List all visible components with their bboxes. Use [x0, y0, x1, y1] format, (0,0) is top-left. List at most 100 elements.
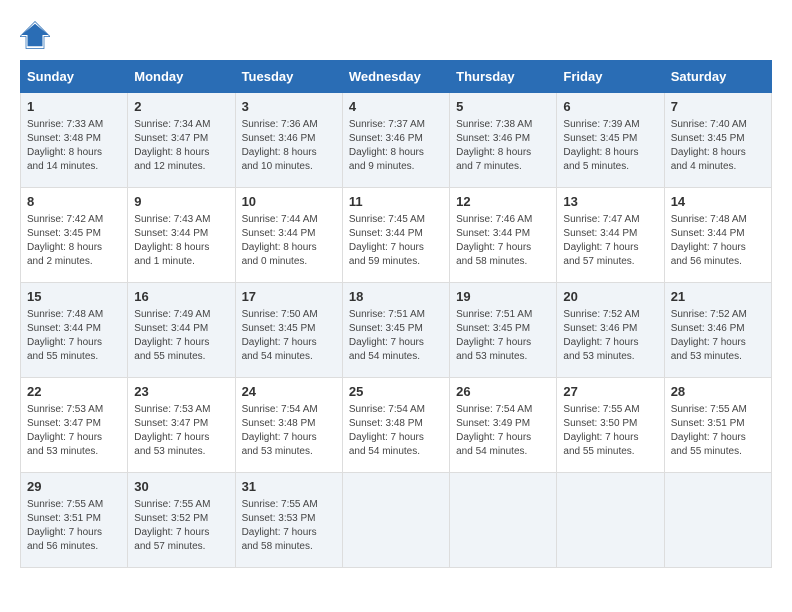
calendar-week-row: 22 Sunrise: 7:53 AM Sunset: 3:47 PM Dayli…	[21, 378, 772, 473]
calendar-cell: 2Sunrise: 7:34 AM Sunset: 3:47 PM Daylig…	[128, 93, 235, 188]
day-info: Sunrise: 7:33 AM Sunset: 3:48 PM Dayligh…	[27, 118, 121, 174]
day-number: 21	[671, 288, 765, 306]
day-info: Sunrise: 7:55 AM Sunset: 3:52 PM Dayligh…	[134, 498, 228, 554]
calendar-cell: 11Sunrise: 7:45 AM Sunset: 3:44 PM Dayli…	[342, 188, 449, 283]
day-number: 24	[242, 383, 336, 401]
calendar-cell: 29 Sunrise: 7:55 AM Sunset: 3:51 PM Dayli…	[21, 473, 128, 568]
calendar-week-row: 15 Sunrise: 7:48 AM Sunset: 3:44 PM Dayli…	[21, 283, 772, 378]
day-info: Sunrise: 7:52 AM Sunset: 3:46 PM Dayligh…	[671, 308, 765, 364]
day-number: 17	[242, 288, 336, 306]
calendar-cell	[557, 473, 664, 568]
day-info: Sunrise: 7:38 AM Sunset: 3:46 PM Dayligh…	[456, 118, 550, 174]
day-info: Sunrise: 7:48 AM Sunset: 3:44 PM Dayligh…	[27, 308, 121, 364]
day-info: Sunrise: 7:53 AM Sunset: 3:47 PM Dayligh…	[27, 403, 121, 459]
day-number: 27	[563, 383, 657, 401]
day-number: 6	[563, 98, 657, 116]
calendar-cell: 28 Sunrise: 7:55 AM Sunset: 3:51 PM Dayli…	[664, 378, 771, 473]
day-info: Sunrise: 7:55 AM Sunset: 3:51 PM Dayligh…	[27, 498, 121, 554]
day-number: 5	[456, 98, 550, 116]
calendar-cell: 31 Sunrise: 7:55 AM Sunset: 3:53 PM Dayli…	[235, 473, 342, 568]
calendar-cell: 6 Sunrise: 7:39 AM Sunset: 3:45 PM Daylig…	[557, 93, 664, 188]
calendar-cell: 8 Sunrise: 7:42 AM Sunset: 3:45 PM Daylig…	[21, 188, 128, 283]
calendar-cell: 24 Sunrise: 7:54 AM Sunset: 3:48 PM Dayli…	[235, 378, 342, 473]
day-info: Sunrise: 7:49 AM Sunset: 3:44 PM Dayligh…	[134, 308, 228, 364]
calendar-cell: 16Sunrise: 7:49 AM Sunset: 3:44 PM Dayli…	[128, 283, 235, 378]
calendar-cell: 10 Sunrise: 7:44 AM Sunset: 3:44 PM Dayli…	[235, 188, 342, 283]
day-number: 3	[242, 98, 336, 116]
day-number: 25	[349, 383, 443, 401]
day-info: Sunrise: 7:50 AM Sunset: 3:45 PM Dayligh…	[242, 308, 336, 364]
weekday-header-friday: Friday	[557, 61, 664, 93]
calendar-cell: 22 Sunrise: 7:53 AM Sunset: 3:47 PM Dayli…	[21, 378, 128, 473]
calendar-week-row: 1 Sunrise: 7:33 AM Sunset: 3:48 PM Daylig…	[21, 93, 772, 188]
day-info: Sunrise: 7:51 AM Sunset: 3:45 PM Dayligh…	[456, 308, 550, 364]
calendar-cell: 7 Sunrise: 7:40 AM Sunset: 3:45 PM Daylig…	[664, 93, 771, 188]
day-info: Sunrise: 7:43 AM Sunset: 3:44 PM Dayligh…	[134, 213, 228, 269]
weekday-header-monday: Monday	[128, 61, 235, 93]
day-number: 11	[349, 193, 443, 211]
day-info: Sunrise: 7:42 AM Sunset: 3:45 PM Dayligh…	[27, 213, 121, 269]
day-info: Sunrise: 7:36 AM Sunset: 3:46 PM Dayligh…	[242, 118, 336, 174]
day-number: 7	[671, 98, 765, 116]
day-number: 4	[349, 98, 443, 116]
calendar-cell: 19 Sunrise: 7:51 AM Sunset: 3:45 PM Dayli…	[450, 283, 557, 378]
calendar-cell: 13 Sunrise: 7:47 AM Sunset: 3:44 PM Dayli…	[557, 188, 664, 283]
calendar-cell: 27 Sunrise: 7:55 AM Sunset: 3:50 PM Dayli…	[557, 378, 664, 473]
day-number: 26	[456, 383, 550, 401]
calendar-cell: 12Sunrise: 7:46 AM Sunset: 3:44 PM Dayli…	[450, 188, 557, 283]
calendar-cell: 26 Sunrise: 7:54 AM Sunset: 3:49 PM Dayli…	[450, 378, 557, 473]
day-info: Sunrise: 7:51 AM Sunset: 3:45 PM Dayligh…	[349, 308, 443, 364]
day-number: 19	[456, 288, 550, 306]
day-number: 20	[563, 288, 657, 306]
day-info: Sunrise: 7:53 AM Sunset: 3:47 PM Dayligh…	[134, 403, 228, 459]
day-info: Sunrise: 7:55 AM Sunset: 3:51 PM Dayligh…	[671, 403, 765, 459]
day-info: Sunrise: 7:54 AM Sunset: 3:48 PM Dayligh…	[242, 403, 336, 459]
day-number: 22	[27, 383, 121, 401]
day-number: 28	[671, 383, 765, 401]
day-info: Sunrise: 7:47 AM Sunset: 3:44 PM Dayligh…	[563, 213, 657, 269]
day-info: Sunrise: 7:55 AM Sunset: 3:53 PM Dayligh…	[242, 498, 336, 554]
calendar-cell: 1 Sunrise: 7:33 AM Sunset: 3:48 PM Daylig…	[21, 93, 128, 188]
calendar-week-row: 29 Sunrise: 7:55 AM Sunset: 3:51 PM Dayli…	[21, 473, 772, 568]
calendar-cell: 23 Sunrise: 7:53 AM Sunset: 3:47 PM Dayli…	[128, 378, 235, 473]
day-info: Sunrise: 7:37 AM Sunset: 3:46 PM Dayligh…	[349, 118, 443, 174]
weekday-header-wednesday: Wednesday	[342, 61, 449, 93]
weekday-header-thursday: Thursday	[450, 61, 557, 93]
calendar-cell: 21 Sunrise: 7:52 AM Sunset: 3:46 PM Dayli…	[664, 283, 771, 378]
day-number: 13	[563, 193, 657, 211]
day-info: Sunrise: 7:48 AM Sunset: 3:44 PM Dayligh…	[671, 213, 765, 269]
day-number: 15	[27, 288, 121, 306]
day-number: 29	[27, 478, 121, 496]
day-number: 9	[134, 193, 228, 211]
calendar-cell: 4 Sunrise: 7:37 AM Sunset: 3:46 PM Daylig…	[342, 93, 449, 188]
calendar-cell: 30 Sunrise: 7:55 AM Sunset: 3:52 PM Dayli…	[128, 473, 235, 568]
day-number: 1	[27, 98, 121, 116]
day-info: Sunrise: 7:46 AM Sunset: 3:44 PM Dayligh…	[456, 213, 550, 269]
calendar-cell: 14 Sunrise: 7:48 AM Sunset: 3:44 PM Dayli…	[664, 188, 771, 283]
day-info: Sunrise: 7:54 AM Sunset: 3:48 PM Dayligh…	[349, 403, 443, 459]
day-number: 18	[349, 288, 443, 306]
logo	[20, 20, 54, 50]
day-number: 14	[671, 193, 765, 211]
day-number: 31	[242, 478, 336, 496]
day-info: Sunrise: 7:55 AM Sunset: 3:50 PM Dayligh…	[563, 403, 657, 459]
weekday-header-tuesday: Tuesday	[235, 61, 342, 93]
calendar-cell: 20Sunrise: 7:52 AM Sunset: 3:46 PM Dayli…	[557, 283, 664, 378]
day-info: Sunrise: 7:40 AM Sunset: 3:45 PM Dayligh…	[671, 118, 765, 174]
day-number: 8	[27, 193, 121, 211]
calendar-cell: 9 Sunrise: 7:43 AM Sunset: 3:44 PM Daylig…	[128, 188, 235, 283]
calendar-cell: 25 Sunrise: 7:54 AM Sunset: 3:48 PM Dayli…	[342, 378, 449, 473]
calendar-cell	[342, 473, 449, 568]
day-info: Sunrise: 7:54 AM Sunset: 3:49 PM Dayligh…	[456, 403, 550, 459]
page-header	[20, 20, 772, 50]
weekday-header-row: SundayMondayTuesdayWednesdayThursdayFrid…	[21, 61, 772, 93]
day-number: 23	[134, 383, 228, 401]
day-info: Sunrise: 7:44 AM Sunset: 3:44 PM Dayligh…	[242, 213, 336, 269]
calendar-cell: 3 Sunrise: 7:36 AM Sunset: 3:46 PM Daylig…	[235, 93, 342, 188]
calendar-cell: 17 Sunrise: 7:50 AM Sunset: 3:45 PM Dayli…	[235, 283, 342, 378]
day-number: 30	[134, 478, 228, 496]
day-info: Sunrise: 7:39 AM Sunset: 3:45 PM Dayligh…	[563, 118, 657, 174]
weekday-header-saturday: Saturday	[664, 61, 771, 93]
calendar-cell: 15 Sunrise: 7:48 AM Sunset: 3:44 PM Dayli…	[21, 283, 128, 378]
day-number: 10	[242, 193, 336, 211]
